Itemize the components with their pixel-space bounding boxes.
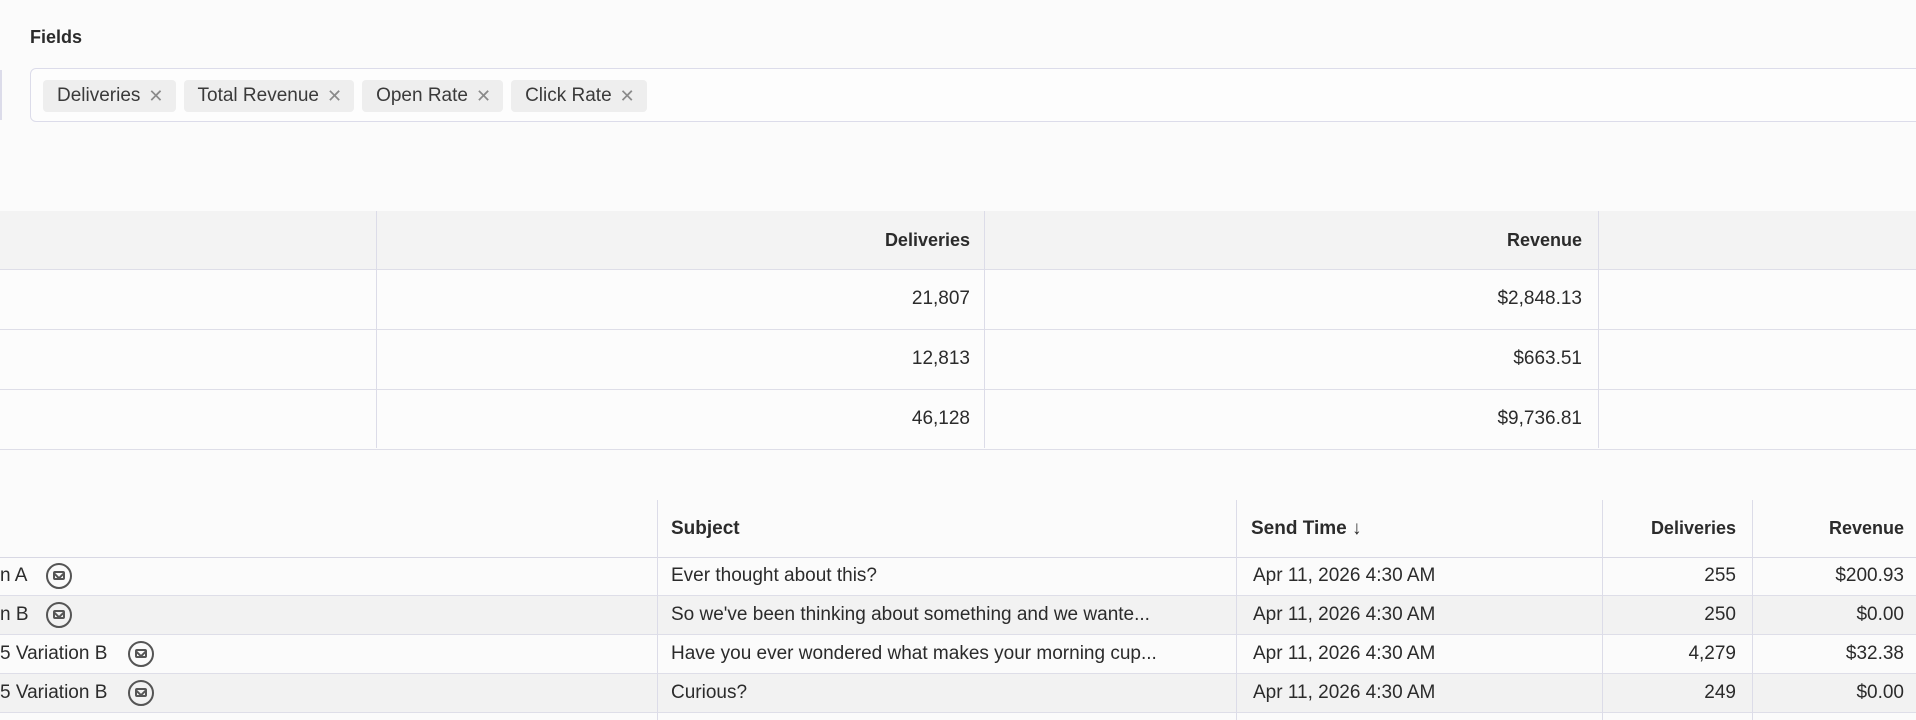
table-row: 21,807 $2,848.13 bbox=[0, 270, 1916, 330]
revenue-cell: $663.51 bbox=[1513, 348, 1582, 369]
deliveries-cell: 46,128 bbox=[911, 408, 970, 429]
field-chip-label: Total Revenue bbox=[197, 85, 319, 106]
campaign-name[interactable]: 5 Variation B bbox=[0, 682, 107, 704]
email-icon bbox=[46, 602, 72, 628]
revenue-cell: $0.00 bbox=[1856, 604, 1904, 625]
revenue-cell: $9,736.81 bbox=[1497, 408, 1582, 429]
field-chip-label: Open Rate bbox=[376, 85, 468, 106]
fields-select-box[interactable]: Deliveries ✕ Total Revenue ✕ Open Rate ✕… bbox=[30, 68, 1916, 122]
field-chip-label: Click Rate bbox=[525, 85, 612, 106]
revenue-cell: $2,848.13 bbox=[1497, 288, 1582, 309]
remove-chip-icon[interactable]: ✕ bbox=[148, 86, 163, 107]
email-icon bbox=[128, 641, 154, 667]
email-icon bbox=[128, 680, 154, 706]
column-divider[interactable] bbox=[984, 211, 985, 448]
subject-cell: So we've been thinking about something a… bbox=[671, 604, 1150, 625]
summary-table-header: Deliveries Revenue bbox=[0, 211, 1916, 270]
subject-cell: Curious? bbox=[671, 682, 748, 703]
field-chip-click-rate: Click Rate ✕ bbox=[511, 80, 647, 112]
campaign-name[interactable]: n A bbox=[0, 565, 27, 587]
remove-chip-icon[interactable]: ✕ bbox=[327, 86, 342, 107]
deliveries-cell: 249 bbox=[1704, 682, 1736, 703]
table-row[interactable]: n A Ever thought about this? Apr 11, 202… bbox=[0, 557, 1916, 596]
subject-cell: Have you ever wondered what makes your m… bbox=[671, 643, 1157, 664]
email-icon bbox=[46, 563, 72, 589]
deliveries-cell: 21,807 bbox=[911, 288, 970, 309]
send-time-cell: Apr 11, 2026 4:30 AM bbox=[1253, 565, 1436, 586]
column-header-send-time[interactable]: Send Time ↓ bbox=[1251, 518, 1362, 540]
column-divider[interactable] bbox=[1602, 500, 1603, 720]
field-chip-open-rate: Open Rate ✕ bbox=[362, 80, 504, 112]
campaign-table-header: Subject Send Time ↓ Deliveries Revenue bbox=[0, 500, 1916, 558]
revenue-cell: $0.00 bbox=[1856, 682, 1904, 703]
fields-left-edge bbox=[0, 70, 2, 120]
campaign-name[interactable]: 5 Variation B bbox=[0, 643, 107, 665]
field-chip-deliveries: Deliveries ✕ bbox=[43, 80, 176, 112]
revenue-cell: $32.38 bbox=[1845, 643, 1904, 664]
column-divider[interactable] bbox=[376, 211, 377, 448]
send-time-cell: Apr 11, 2026 4:30 AM bbox=[1253, 682, 1436, 703]
table-row[interactable]: 5 Variation B Have you ever wondered wha… bbox=[0, 635, 1916, 674]
campaign-name[interactable]: n B bbox=[0, 604, 29, 626]
subject-cell: Ever thought about this? bbox=[671, 565, 877, 586]
table-row: 46,128 $9,736.81 bbox=[0, 390, 1916, 450]
column-divider[interactable] bbox=[1598, 211, 1599, 448]
table-row: 12,813 $663.51 bbox=[0, 330, 1916, 390]
deliveries-cell: 4,279 bbox=[1688, 643, 1736, 664]
fields-label: Fields bbox=[30, 27, 83, 47]
field-chip-total-revenue: Total Revenue ✕ bbox=[183, 80, 355, 112]
column-header-subject[interactable]: Subject bbox=[671, 518, 740, 540]
deliveries-cell: 250 bbox=[1704, 604, 1736, 625]
column-divider[interactable] bbox=[1752, 500, 1753, 720]
column-header-deliveries[interactable]: Deliveries bbox=[600, 230, 970, 251]
send-time-cell: Apr 11, 2026 4:30 AM bbox=[1253, 643, 1436, 664]
deliveries-cell: 255 bbox=[1704, 565, 1736, 586]
column-header-deliveries[interactable]: Deliveries bbox=[1610, 518, 1736, 539]
revenue-cell: $200.93 bbox=[1835, 565, 1904, 586]
column-header-revenue[interactable]: Revenue bbox=[1760, 518, 1904, 539]
field-chip-label: Deliveries bbox=[57, 85, 141, 106]
deliveries-cell: 12,813 bbox=[911, 348, 970, 369]
column-divider[interactable] bbox=[1236, 500, 1237, 720]
field-chip-list: Deliveries ✕ Total Revenue ✕ Open Rate ✕… bbox=[43, 80, 647, 112]
remove-chip-icon[interactable]: ✕ bbox=[476, 86, 491, 107]
table-row[interactable]: n B So we've been thinking about somethi… bbox=[0, 596, 1916, 635]
column-header-revenue[interactable]: Revenue bbox=[1100, 230, 1582, 251]
remove-chip-icon[interactable]: ✕ bbox=[620, 86, 635, 107]
send-time-cell: Apr 11, 2026 4:30 AM bbox=[1253, 604, 1436, 625]
table-row[interactable]: 5 Variation B Curious? Apr 11, 2026 4:30… bbox=[0, 674, 1916, 713]
column-divider[interactable] bbox=[657, 500, 658, 720]
